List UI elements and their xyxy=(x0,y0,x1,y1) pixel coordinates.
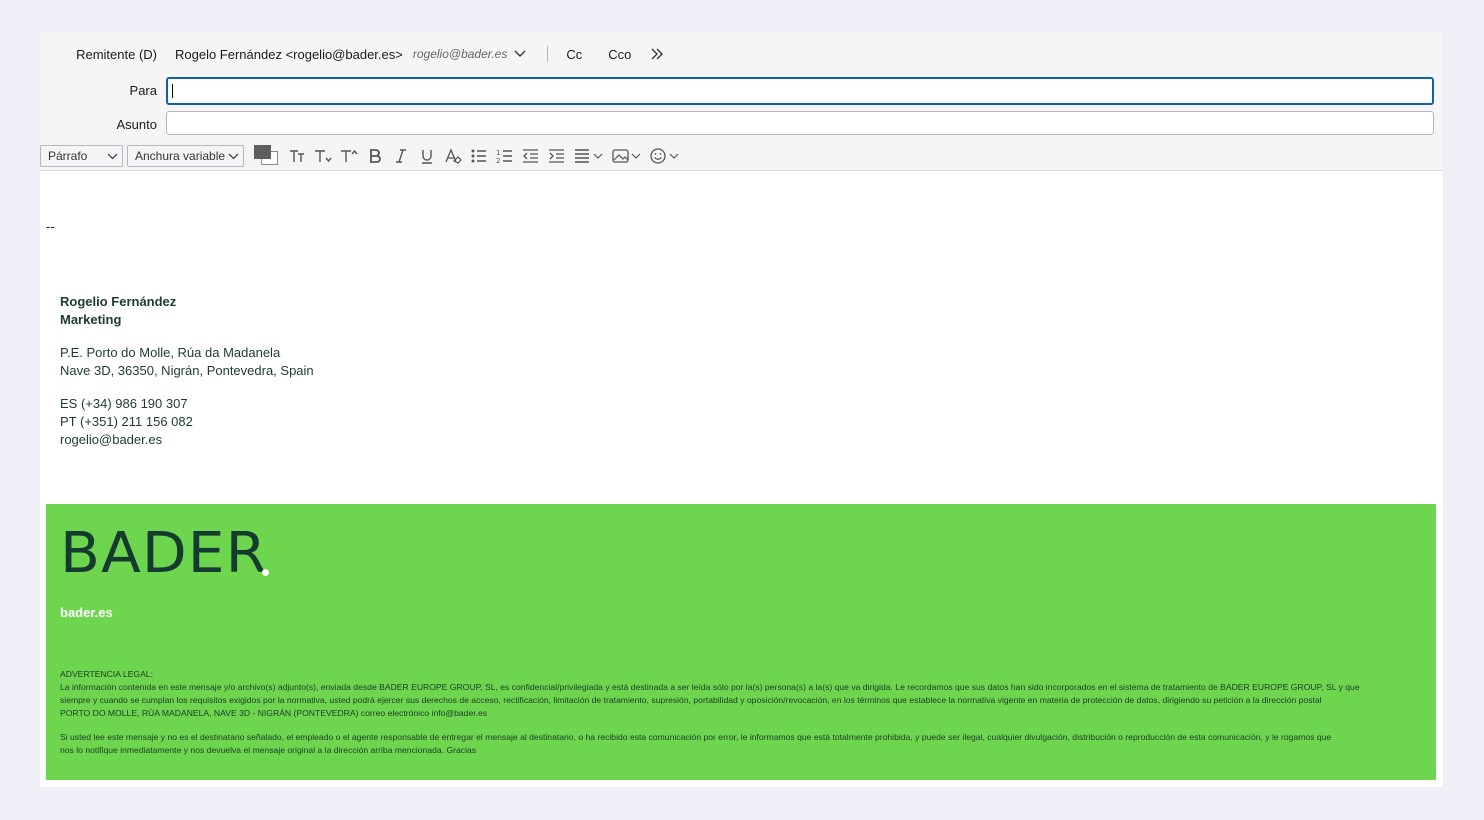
bader-logo: BADER xyxy=(60,521,268,586)
chevron-down-icon xyxy=(107,153,118,159)
align-icon[interactable] xyxy=(572,145,606,167)
signature-address-line2: Nave 3D, 36350, Nigrán, Pontevedra, Spai… xyxy=(60,363,314,378)
signature-block: Rogelio Fernández Marketing P.E. Porto d… xyxy=(60,293,314,449)
paragraph-format-select[interactable]: Párrafo xyxy=(40,145,123,167)
legal-text-line: PORTO DO MOLLE, RÚA MADANELA, NAVE 3D - … xyxy=(60,708,488,718)
legal-text-line: Si usted lee este mensaje y no es el des… xyxy=(60,732,1332,742)
from-selector[interactable]: Rogelo Fernández <rogelio@bader.es> xyxy=(175,47,403,62)
legal-text-line: nos lo notifique inmediatamente y nos de… xyxy=(60,745,477,755)
more-fields-icon[interactable] xyxy=(649,46,665,62)
signature-phone-pt: PT (+351) 211 156 082 xyxy=(60,414,193,429)
font-size-reduce-icon[interactable] xyxy=(312,145,334,167)
indent-icon[interactable] xyxy=(546,145,568,167)
italic-icon[interactable] xyxy=(390,145,412,167)
compose-header: Remitente (D) Rogelo Fernández <rogelio@… xyxy=(40,32,1443,170)
font-size-smaller-icon[interactable] xyxy=(286,145,308,167)
signature-name: Rogelio Fernández xyxy=(60,294,177,309)
to-row: Para xyxy=(40,77,1443,105)
format-toolbar: Párrafo Anchura variable 1 2 xyxy=(40,142,1443,170)
from-label: Remitente (D) xyxy=(76,46,157,62)
clear-format-icon[interactable] xyxy=(442,145,464,167)
message-body[interactable]: -- Rogelio Fernández Marketing P.E. Port… xyxy=(40,170,1443,787)
compose-window: Remitente (D) Rogelo Fernández <rogelio@… xyxy=(40,32,1443,787)
bcc-button[interactable]: Cco xyxy=(606,45,633,64)
header-separator xyxy=(547,46,549,62)
text-caret xyxy=(172,84,173,98)
paragraph-format-value: Párrafo xyxy=(48,149,88,163)
legal-text-line: La información contenida en este mensaje… xyxy=(60,682,1360,692)
signature-address-line1: P.E. Porto do Molle, Rúa da Madanela xyxy=(60,345,281,360)
from-identity: rogelio@bader.es xyxy=(412,47,508,61)
font-value: Anchura variable xyxy=(135,149,226,163)
chevron-down-icon xyxy=(228,153,239,159)
to-label: Para xyxy=(129,83,157,98)
svg-text:1: 1 xyxy=(496,149,500,157)
chevron-down-icon[interactable] xyxy=(513,47,527,61)
insert-image-icon[interactable] xyxy=(610,145,644,167)
bold-icon[interactable] xyxy=(364,145,386,167)
font-select[interactable]: Anchura variable xyxy=(127,145,244,167)
to-input[interactable] xyxy=(166,77,1434,105)
legal-title: ADVERTENCIA LEGAL: xyxy=(60,669,153,679)
signature-phone-es: ES (+34) 986 190 307 xyxy=(60,396,188,411)
subject-row: Asunto xyxy=(40,111,1443,139)
outdent-icon[interactable] xyxy=(520,145,542,167)
logo-dot xyxy=(262,569,269,576)
company-banner: BADER bader.es ADVERTENCIA LEGAL: La inf… xyxy=(46,504,1436,780)
text-color-icon[interactable] xyxy=(254,145,280,167)
signature-email: rogelio@bader.es xyxy=(60,432,163,447)
svg-text:2: 2 xyxy=(496,157,500,164)
subject-label: Asunto xyxy=(116,117,157,132)
legal-notice: ADVERTENCIA LEGAL: La información conten… xyxy=(60,668,1420,757)
subject-input[interactable] xyxy=(166,111,1434,135)
font-size-increase-icon[interactable] xyxy=(338,145,360,167)
from-row: Remitente (D) Rogelo Fernández <rogelio@… xyxy=(40,40,1443,68)
legal-text-line: siempre y cuando se cumplan los requisit… xyxy=(60,695,1322,705)
underline-icon[interactable] xyxy=(416,145,438,167)
signature-department: Marketing xyxy=(60,312,122,327)
emoji-icon[interactable] xyxy=(648,145,682,167)
website-link[interactable]: bader.es xyxy=(60,605,113,620)
cc-button[interactable]: Cc xyxy=(564,45,584,64)
signature-separator: -- xyxy=(46,219,55,234)
numbered-list-icon[interactable]: 12 xyxy=(494,145,516,167)
bullet-list-icon[interactable] xyxy=(468,145,490,167)
